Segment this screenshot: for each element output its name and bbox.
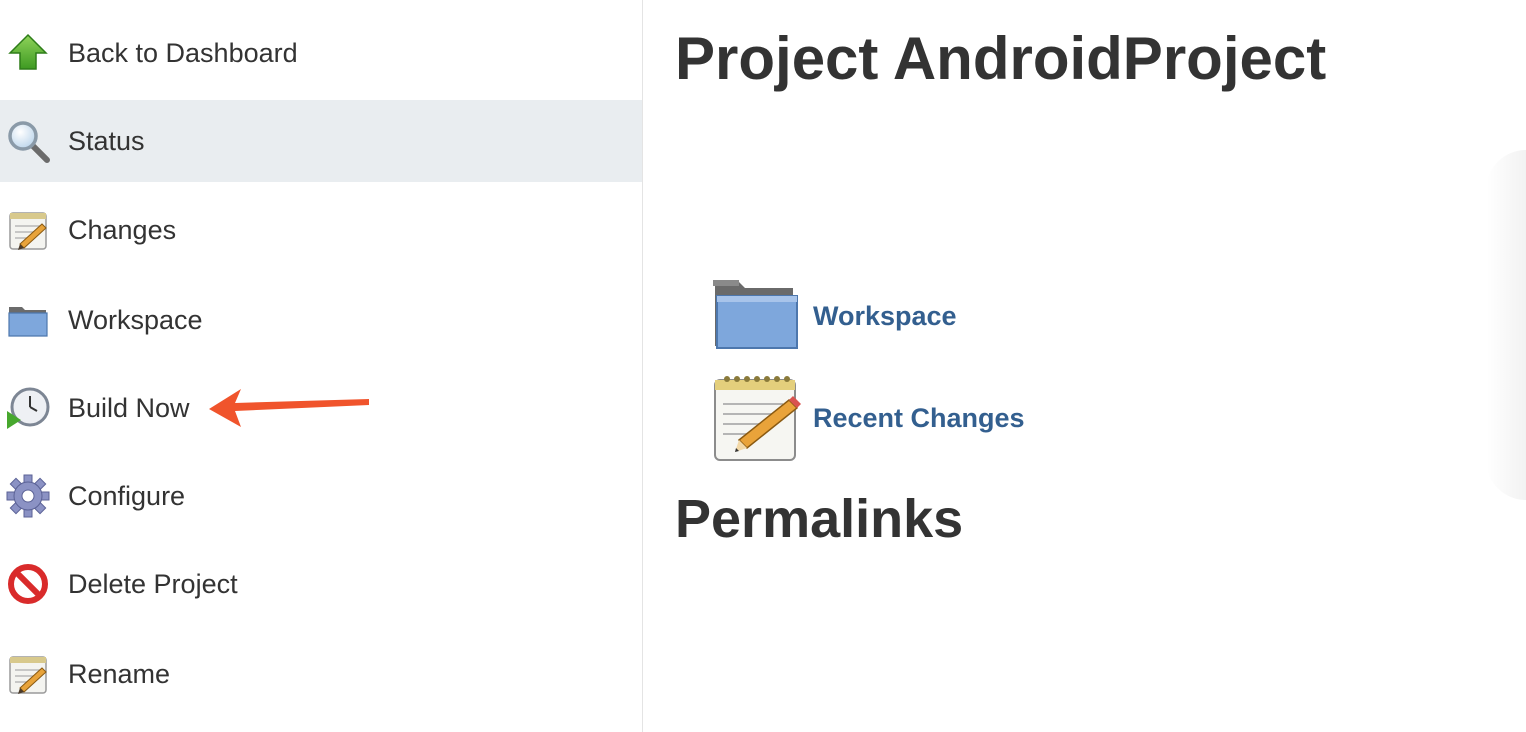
- sidebar-item-back-to-dashboard[interactable]: Back to Dashboard: [0, 12, 642, 94]
- annotation-arrow: [209, 389, 369, 427]
- notepad-icon: [4, 206, 52, 254]
- sidebar-item-label: Build Now: [68, 392, 190, 423]
- sidebar-item-label: Back to Dashboard: [68, 37, 298, 68]
- edge-shadow: [1486, 150, 1526, 500]
- page-title: Project AndroidProject: [675, 25, 1327, 92]
- folder-icon: [709, 268, 805, 364]
- recent-changes-link[interactable]: Recent Changes: [813, 403, 1025, 434]
- main-content: Project AndroidProject Workspace Recent …: [643, 0, 1526, 732]
- clock-play-icon: [4, 384, 52, 432]
- sidebar: Back to Dashboard Status Changes Workspa…: [0, 0, 643, 732]
- sidebar-item-label: Rename: [68, 658, 171, 689]
- up-arrow-icon: [4, 29, 52, 77]
- gear-icon: [4, 472, 52, 520]
- main-link-workspace[interactable]: Workspace: [709, 268, 957, 364]
- sidebar-item-status[interactable]: Status: [0, 100, 642, 182]
- main-link-recent-changes[interactable]: Recent Changes: [709, 370, 1025, 466]
- sidebar-item-configure[interactable]: Configure: [0, 455, 642, 537]
- sidebar-item-label: Delete Project: [68, 568, 238, 599]
- folder-icon: [4, 296, 52, 344]
- magnifier-icon: [4, 117, 52, 165]
- sidebar-item-label: Status: [68, 125, 145, 156]
- no-entry-icon: [4, 560, 52, 608]
- notepad-icon: [709, 370, 805, 466]
- workspace-link[interactable]: Workspace: [813, 301, 957, 332]
- sidebar-item-delete-project[interactable]: Delete Project: [0, 543, 642, 625]
- permalinks-heading: Permalinks: [675, 489, 964, 549]
- sidebar-item-rename[interactable]: Rename: [0, 633, 642, 715]
- sidebar-item-label: Changes: [68, 214, 177, 245]
- sidebar-item-label: Configure: [68, 480, 186, 511]
- sidebar-item-workspace[interactable]: Workspace: [0, 279, 642, 361]
- sidebar-item-label: Workspace: [68, 304, 203, 335]
- notepad-icon: [4, 650, 52, 698]
- sidebar-item-changes[interactable]: Changes: [0, 189, 642, 271]
